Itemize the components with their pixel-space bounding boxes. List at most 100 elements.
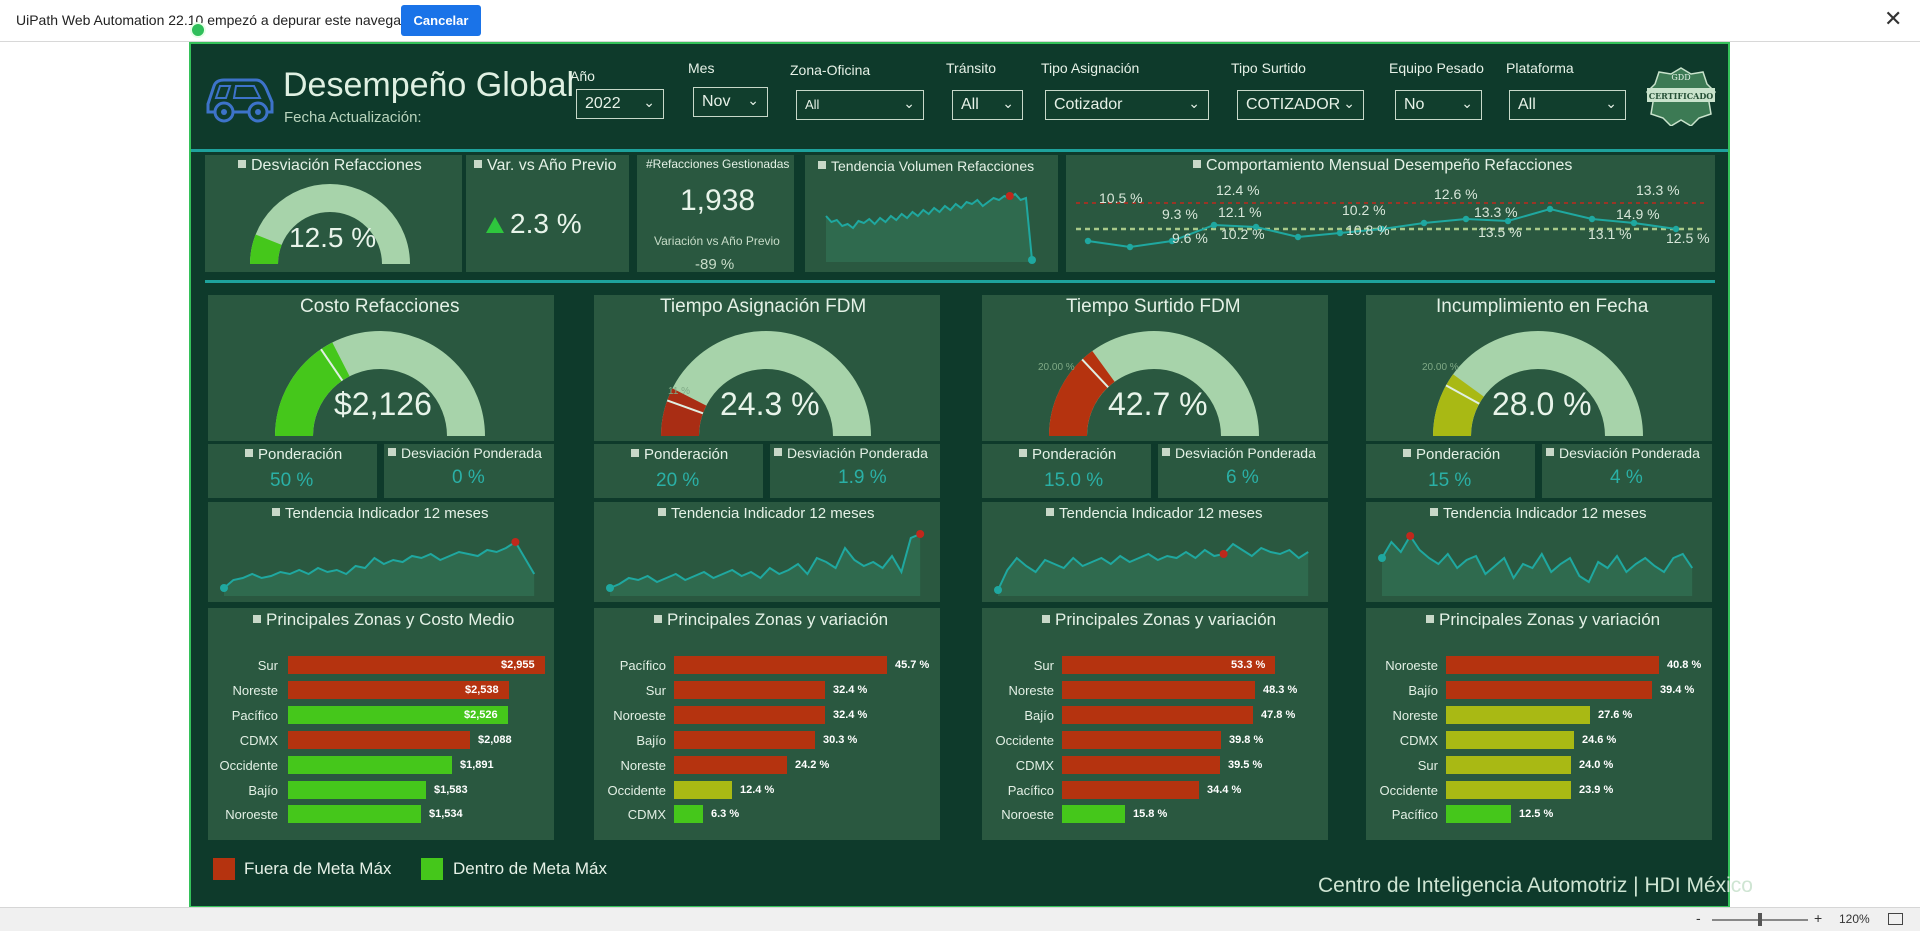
- ponderacion-value: 20 %: [656, 470, 700, 491]
- bar-zone-label: Pacífico: [619, 658, 666, 673]
- car-logo-icon: [206, 78, 274, 123]
- monthly-point: [1126, 243, 1134, 251]
- filter-value: All: [961, 96, 979, 113]
- bar-value-label: $2,538: [465, 683, 499, 696]
- bar-zone-label: Bajío: [1024, 707, 1054, 723]
- filter-label: Mes: [688, 60, 715, 76]
- dashboard-title: Desempeño Global: [283, 66, 575, 104]
- bar-zone-label: Sur: [257, 658, 278, 673]
- zoom-slider-thumb[interactable]: [1758, 913, 1762, 926]
- trend-chart: [220, 538, 536, 596]
- zoom-out-button[interactable]: -: [1696, 910, 1701, 926]
- kpi-desviacion-title: Desviación Refacciones: [238, 157, 422, 175]
- filter-dropdown[interactable]: Cotizador ⌄: [1045, 90, 1209, 120]
- card-title: Incumplimiento en Fecha: [1436, 296, 1649, 317]
- ponderacion-label: Ponderación: [1403, 446, 1500, 463]
- fit-to-page-icon[interactable]: [1888, 913, 1903, 925]
- bar-value-label: 24.2 %: [795, 758, 830, 771]
- bar: [1062, 755, 1220, 774]
- filter-dropdown[interactable]: No ⌄: [1395, 90, 1482, 120]
- filter-label: Año: [570, 68, 595, 84]
- bar: [1062, 705, 1253, 724]
- bar-zone-label: Noreste: [1392, 707, 1438, 723]
- bar-zone-label: Bajío: [1408, 682, 1438, 698]
- kpi-gestionadas-sub-label: Variación vs Año Previo: [654, 234, 780, 248]
- bar-value-label: 34.4 %: [1207, 783, 1242, 796]
- trend-title: Tendencia Indicador 12 meses: [1046, 505, 1262, 522]
- filter-dropdown[interactable]: All ⌄: [952, 90, 1023, 120]
- bar-zone-label: Occidente: [1379, 782, 1438, 798]
- kpi-gestionadas-value: 1,938: [680, 184, 756, 217]
- card-title: Tiempo Surtido FDM: [1066, 296, 1241, 317]
- bar-value-label: $1,891: [460, 758, 494, 771]
- filter-value: Nov: [702, 93, 731, 110]
- bar: [674, 705, 825, 724]
- kpi-gestionadas-sub-value: -89 %: [695, 256, 735, 273]
- bar-value-label: $1,583: [434, 783, 468, 796]
- bar-value-label: 6.3 %: [711, 808, 740, 821]
- bar-value-label: 12.4 %: [740, 783, 775, 796]
- monthly-data-label: 13.1 %: [1588, 226, 1632, 242]
- filter-value: All: [1518, 96, 1536, 113]
- desviacion-ponderada-label: Desviación Ponderada: [388, 445, 542, 461]
- filter-dropdown[interactable]: 2022 ⌄: [576, 89, 664, 119]
- bars-title: Principales Zonas y variación: [1042, 610, 1276, 630]
- bar-zone-label: Noreste: [1008, 682, 1054, 698]
- bar: [1446, 730, 1574, 749]
- bar: [674, 656, 887, 674]
- zoom-in-button[interactable]: +: [1814, 910, 1822, 926]
- certified-badge-icon: GDD CERTIFICADO: [1646, 67, 1716, 126]
- bar: [1062, 730, 1221, 749]
- bar: [1446, 805, 1511, 824]
- bar-value-label: $2,526: [464, 708, 498, 721]
- bar-value-label: 39.8 %: [1229, 733, 1264, 746]
- footer-credit: Centro de Inteligencia Automotriz | HDI …: [1318, 874, 1753, 897]
- bar-value-label: 24.6 %: [1582, 733, 1617, 746]
- ponderacion-value: 15.0 %: [1044, 470, 1104, 491]
- legend-dentro-swatch: [421, 858, 443, 880]
- cancel-button[interactable]: Cancelar: [401, 5, 481, 36]
- debug-notification-bar: UiPath Web Automation 22.10 empezó a dep…: [0, 0, 1920, 42]
- monthly-data-label: 13.3 %: [1636, 182, 1680, 198]
- filter-dropdown[interactable]: All ⌄: [1509, 90, 1626, 120]
- filter-dropdown[interactable]: COTIZADOR ⌄: [1237, 90, 1364, 120]
- monthly-data-label: 13.3 %: [1474, 204, 1518, 220]
- card-gauge-value: $2,126: [334, 386, 432, 422]
- monthly-data-label: 14.9 %: [1616, 206, 1660, 222]
- trend-max-point: [1406, 532, 1415, 540]
- gauge-target-label: 11 %: [668, 386, 690, 397]
- bar: [288, 755, 452, 774]
- filter-dropdown[interactable]: Nov ⌄: [693, 87, 768, 117]
- bar-value-label: $2,088: [478, 733, 512, 746]
- chevron-down-icon: ⌄: [1343, 95, 1355, 111]
- bar: [1446, 680, 1652, 699]
- filter-value: All: [805, 97, 820, 112]
- monthly-point: [1084, 237, 1092, 245]
- volume-trend-chart: [825, 192, 1036, 264]
- bar-value-label: 47.8 %: [1261, 708, 1296, 721]
- bar: [674, 780, 732, 799]
- gauge-fill: [661, 388, 707, 437]
- bar-value-label: 32.4 %: [833, 683, 868, 696]
- filter-value: COTIZADOR: [1246, 96, 1341, 113]
- bar: [674, 755, 787, 774]
- monthly-data-label: 10.2 %: [1221, 226, 1265, 242]
- close-icon[interactable]: ✕: [1884, 8, 1902, 30]
- bar-zone-label: Sur: [1417, 757, 1438, 773]
- chevron-down-icon: ⌄: [1002, 95, 1014, 111]
- bar-zone-label: Noroeste: [1385, 658, 1438, 673]
- bar-zone-label: Bajío: [248, 782, 278, 798]
- bar-zone-label: Pacífico: [1007, 782, 1054, 798]
- trend-max-point: [511, 538, 520, 546]
- badge-top-text: GDD: [1671, 73, 1690, 82]
- trend-chart: [1378, 532, 1694, 596]
- filter-dropdown[interactable]: All ⌄: [796, 90, 924, 120]
- volume-area: [826, 194, 1032, 262]
- selection-handle-icon[interactable]: [190, 22, 206, 38]
- zoom-level: 120%: [1839, 912, 1870, 926]
- bar: [674, 730, 815, 749]
- badge-text: CERTIFICADO: [1649, 91, 1714, 101]
- filter-value: Cotizador: [1054, 96, 1123, 113]
- trend-area: [610, 534, 921, 596]
- monthly-data-label: 12.4 %: [1216, 182, 1260, 198]
